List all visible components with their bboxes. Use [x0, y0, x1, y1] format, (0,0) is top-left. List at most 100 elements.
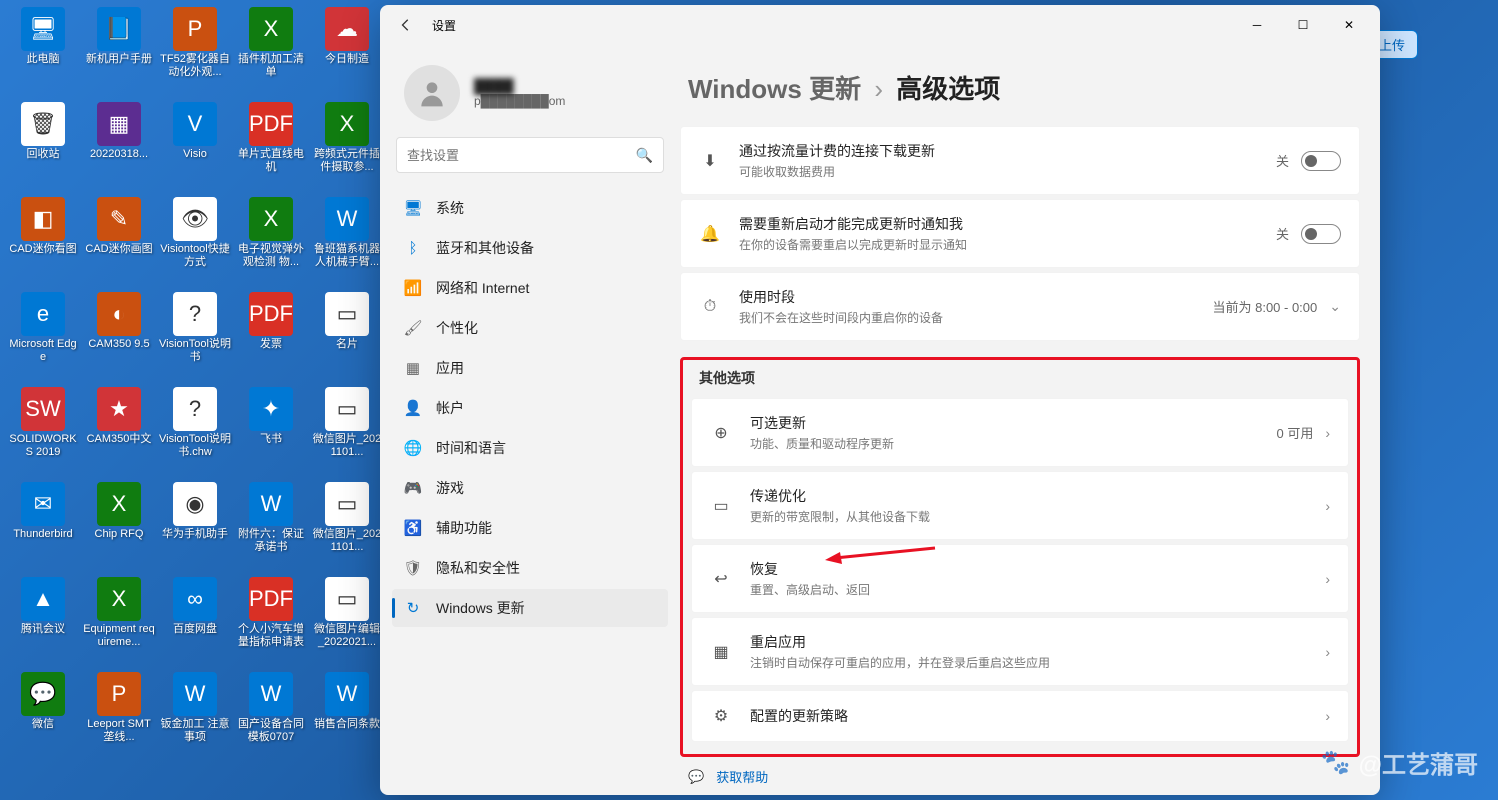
desktop-icon[interactable]: W钣金加工 注意事项 — [157, 670, 233, 765]
back-button[interactable] — [388, 7, 424, 43]
desktop-icon[interactable]: ✎CAD迷你画图 — [81, 195, 157, 290]
settings-card[interactable]: ⚙ 配置的更新策略 › — [691, 690, 1349, 742]
settings-card[interactable]: ⏱ 使用时段我们不会在这些时间段内重启你的设备 当前为 8:00 - 0:00⌄ — [680, 272, 1360, 341]
desktop-icon[interactable]: ◐CAM350 9.5 — [81, 290, 157, 385]
desktop-icon[interactable]: ▭名片 — [309, 290, 385, 385]
nav-label: 时间和语言 — [436, 438, 506, 458]
nav-item[interactable]: ♿辅助功能 — [392, 509, 668, 547]
nav-label: 网络和 Internet — [436, 278, 529, 298]
search-input[interactable] — [407, 148, 636, 163]
desktop-icon[interactable]: ▭微信图片_2021101... — [309, 480, 385, 575]
desktop-icon[interactable]: X插件机加工清单 — [233, 5, 309, 100]
desktop-icon[interactable]: ▭微信图片编辑_2022021... — [309, 575, 385, 670]
settings-card[interactable]: 🔔 需要重新启动才能完成更新时通知我在你的设备需要重启以完成更新时显示通知 关 — [680, 199, 1360, 268]
desktop-icon[interactable]: ∞百度网盘 — [157, 575, 233, 670]
desktop-icon[interactable]: ◧CAD迷你看图 — [5, 195, 81, 290]
minimize-button[interactable]: ─ — [1234, 9, 1280, 41]
desktop-icon[interactable]: PDF个人小汽车增量指标申请表 — [233, 575, 309, 670]
desktop-icon[interactable]: 🖥此电脑 — [5, 5, 81, 100]
desktop-icon[interactable]: ▲腾讯会议 — [5, 575, 81, 670]
desktop-icon[interactable]: 💬微信 — [5, 670, 81, 765]
nav-icon: ↻ — [404, 599, 422, 617]
desktop-icon[interactable]: ☁今日制造 — [309, 5, 385, 100]
nav-item[interactable]: ▦应用 — [392, 349, 668, 387]
desktop-icon[interactable]: W国产设备合同模板0707 — [233, 670, 309, 765]
icon-label: Chip RFQ — [95, 528, 144, 541]
file-icon: 📘 — [97, 7, 141, 51]
desktop-icon[interactable]: ▭微信图片_2021101... — [309, 385, 385, 480]
desktop-icon[interactable]: W鲁班猫系机器人机械手臂... — [309, 195, 385, 290]
close-button[interactable]: ✕ — [1326, 9, 1372, 41]
desktop-icon[interactable]: ✦飞书 — [233, 385, 309, 480]
nav-item[interactable]: 🖥系统 — [392, 189, 668, 227]
icon-label: SOLIDWORKS 2019 — [7, 433, 79, 459]
file-icon: X — [97, 577, 141, 621]
nav-label: 应用 — [436, 358, 464, 378]
nav-item[interactable]: ↻Windows 更新 — [392, 589, 668, 627]
file-icon: ∞ — [173, 577, 217, 621]
desktop-icon[interactable]: X电子视觉弹外观检测 物... — [233, 195, 309, 290]
desktop-icon[interactable]: PTF52雾化器自动化外观... — [157, 5, 233, 100]
toggle-switch[interactable] — [1301, 224, 1341, 244]
nav-item[interactable]: ᛒ蓝牙和其他设备 — [392, 229, 668, 267]
paw-icon: 🐾 — [1321, 748, 1351, 777]
desktop-icon[interactable]: ▦20220318... — [81, 100, 157, 195]
desktop-icon[interactable]: ★CAM350中文 — [81, 385, 157, 480]
nav-icon: ᛒ — [404, 239, 422, 257]
icon-label: 微信图片_2021101... — [311, 528, 383, 554]
desktop-icon[interactable]: X跨频式元件插件摄取参... — [309, 100, 385, 195]
toggle-switch[interactable] — [1301, 151, 1341, 171]
icon-label: 微信图片_2021101... — [311, 433, 383, 459]
desktop-icon[interactable]: ✉Thunderbird — [5, 480, 81, 575]
user-block[interactable]: ████ p████████om — [392, 45, 668, 137]
desktop-icon[interactable]: VVisio — [157, 100, 233, 195]
desktop-icon[interactable]: PLeeport SMT 垄线... — [81, 670, 157, 765]
breadcrumb-parent[interactable]: Windows 更新 — [688, 74, 861, 104]
settings-card[interactable]: ▭ 传递优化更新的带宽限制，从其他设备下载 › — [691, 471, 1349, 540]
desktop-icon[interactable]: XChip RFQ — [81, 480, 157, 575]
desktop-icon[interactable]: 👁Visiontool快捷方式 — [157, 195, 233, 290]
file-icon: ◐ — [97, 292, 141, 336]
maximize-button[interactable]: ☐ — [1280, 9, 1326, 41]
settings-card[interactable]: ⬇ 通过按流量计费的连接下载更新可能收取数据费用 关 — [680, 126, 1360, 195]
settings-card[interactable]: ⊕ 可选更新功能、质量和驱动程序更新 0 可用› — [691, 398, 1349, 467]
search-box[interactable]: 🔍 — [396, 137, 664, 173]
icon-label: Leeport SMT 垄线... — [83, 718, 155, 744]
desktop-icon[interactable]: 🗑回收站 — [5, 100, 81, 195]
help-link[interactable]: 💬 获取帮助 — [680, 757, 1360, 786]
chevron-icon: › — [1325, 644, 1330, 660]
highlight-annotation: 其他选项 ⊕ 可选更新功能、质量和驱动程序更新 0 可用›▭ 传递优化更新的带宽… — [680, 357, 1360, 757]
nav-item[interactable]: 🛡隐私和安全性 — [392, 549, 668, 587]
desktop-icon[interactable]: XEquipment requireme... — [81, 575, 157, 670]
desktop-icon[interactable]: PDF发票 — [233, 290, 309, 385]
desktop-icon[interactable]: PDF单片式直线电机 — [233, 100, 309, 195]
settings-card[interactable]: ▦ 重启应用注销时自动保存可重启的应用，并在登录后重启这些应用 › — [691, 617, 1349, 686]
nav-icon: ♿ — [404, 519, 422, 537]
desktop-icon[interactable]: SWSOLIDWORKS 2019 — [5, 385, 81, 480]
card-icon: ⬇ — [699, 150, 721, 172]
file-icon: ◧ — [21, 197, 65, 241]
desktop-icon[interactable]: ?VisionTool说明书.chw — [157, 385, 233, 480]
titlebar: 设置 ─ ☐ ✕ — [380, 5, 1380, 45]
file-icon: ★ — [97, 387, 141, 431]
nav-item[interactable]: 🎮游戏 — [392, 469, 668, 507]
nav-label: 隐私和安全性 — [436, 558, 520, 578]
nav: 🖥系统ᛒ蓝牙和其他设备📶网络和 Internet🖌个性化▦应用👤帐户🌐时间和语言… — [392, 189, 668, 627]
desktop-icon[interactable]: 📘新机用户手册 — [81, 5, 157, 100]
desktop-icon[interactable]: ◉华为手机助手 — [157, 480, 233, 575]
nav-item[interactable]: 👤帐户 — [392, 389, 668, 427]
nav-item[interactable]: 🌐时间和语言 — [392, 429, 668, 467]
desktop-icon[interactable]: W附件六：保证承诺书 — [233, 480, 309, 575]
chevron-icon: › — [1325, 571, 1330, 587]
file-icon: ▭ — [325, 577, 369, 621]
settings-card[interactable]: ↩ 恢复重置、高级启动、返回 › — [691, 544, 1349, 613]
desktop-icon[interactable]: eMicrosoft Edge — [5, 290, 81, 385]
avatar — [404, 65, 460, 121]
card-desc: 在你的设备需要重启以完成更新时显示通知 — [739, 236, 1258, 253]
desktop-icon[interactable]: ?VisionTool说明书 — [157, 290, 233, 385]
desktop-icon[interactable]: W销售合同条款 — [309, 670, 385, 765]
main-content: Windows 更新 › 高级选项 ⬇ 通过按流量计费的连接下载更新可能收取数据… — [680, 45, 1380, 795]
file-icon: W — [173, 672, 217, 716]
nav-item[interactable]: 🖌个性化 — [392, 309, 668, 347]
nav-item[interactable]: 📶网络和 Internet — [392, 269, 668, 307]
